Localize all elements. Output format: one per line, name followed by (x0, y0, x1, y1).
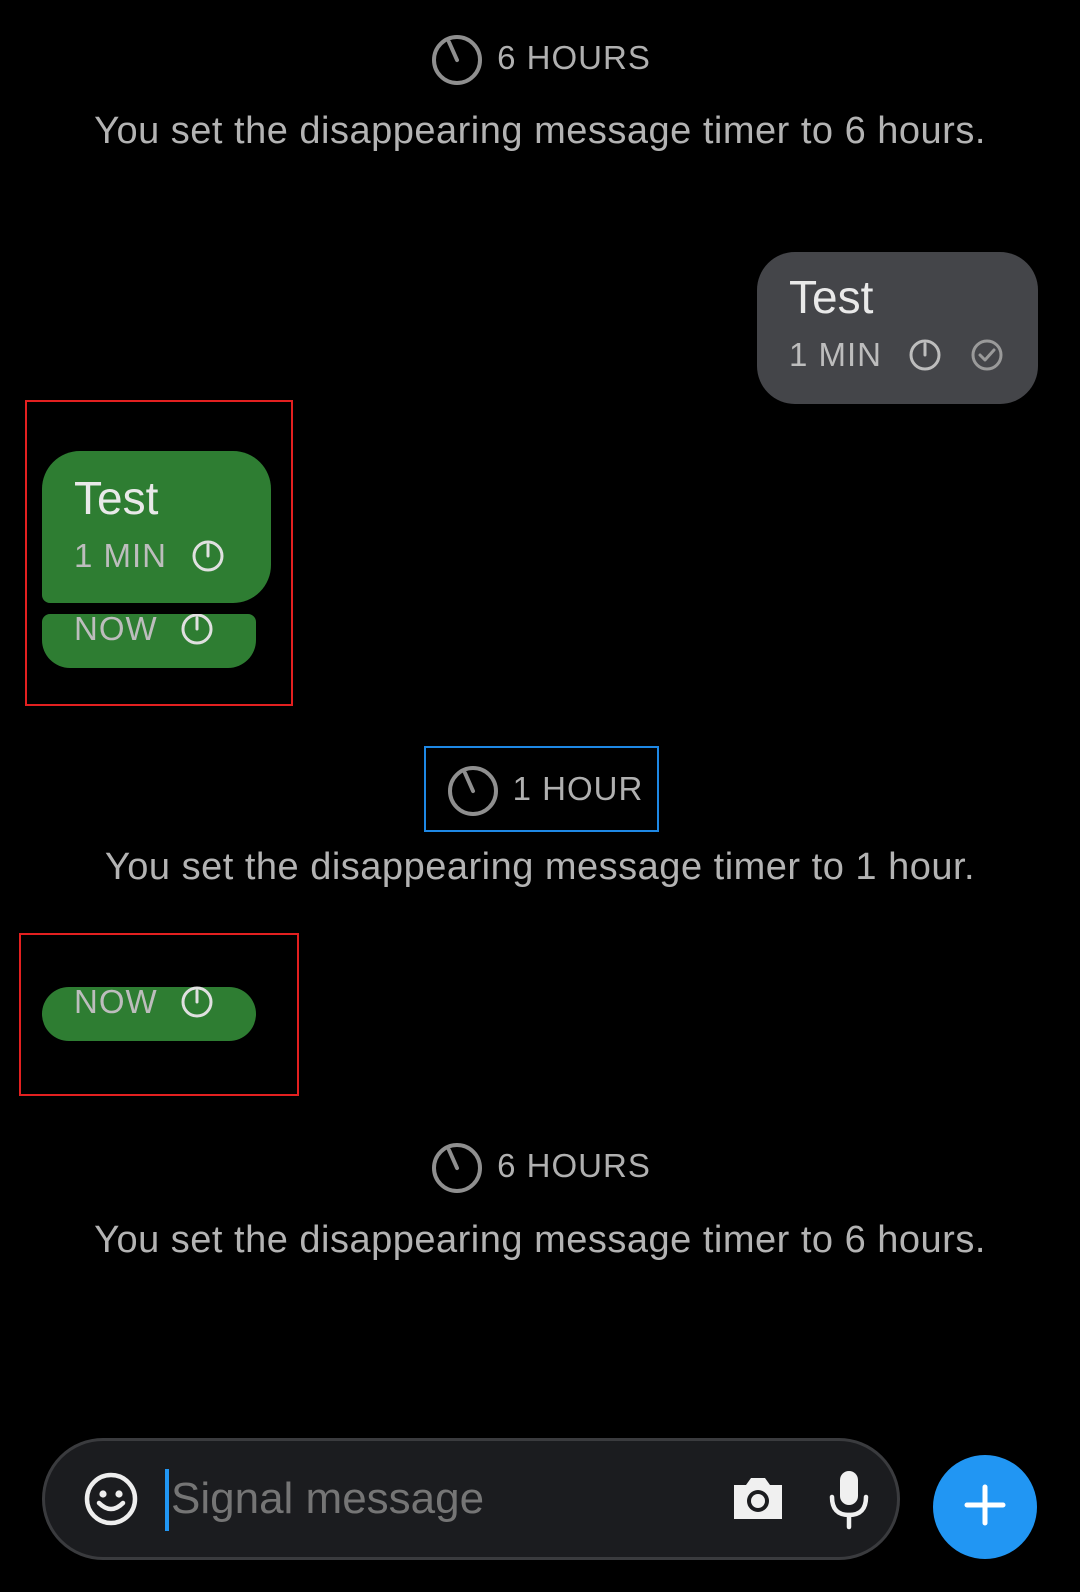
timer-update-text: You set the disappearing message timer t… (94, 1219, 986, 1261)
disappearing-timer-icon (429, 1138, 485, 1194)
timer-icon (180, 985, 214, 1019)
message-meta: 1 MIN (74, 537, 225, 575)
timer-icon (180, 614, 214, 646)
message-meta: NOW (74, 983, 214, 1021)
mic-icon[interactable] (827, 1469, 871, 1536)
timer-update-label: 6 HOURS (497, 1147, 651, 1184)
timer-update-text: You set the disappearing message timer t… (94, 110, 986, 152)
disappearing-timer-icon (445, 761, 501, 817)
message-text: Test (74, 472, 159, 524)
message-input[interactable] (165, 1461, 731, 1537)
message-time: 1 MIN (74, 537, 168, 574)
incoming-message-bubble[interactable]: NOW (42, 983, 256, 1041)
attach-button[interactable] (933, 1455, 1037, 1559)
disappearing-timer-icon (429, 30, 485, 86)
timer-update-text: You set the disappearing message timer t… (104, 846, 976, 888)
timer-update-header: 1 HOUR (0, 757, 1080, 821)
message-meta: 1 MIN (789, 336, 1004, 374)
timer-icon (191, 539, 225, 573)
incoming-message-bubble[interactable]: Test 1 MIN (42, 451, 271, 603)
incoming-message-bubble[interactable]: NOW (42, 614, 256, 668)
camera-icon[interactable] (730, 1473, 786, 1528)
message-text: Test (789, 271, 874, 323)
message-composer (42, 1438, 900, 1560)
message-time: NOW (74, 614, 158, 647)
timer-update-header: 6 HOURS (0, 26, 1080, 90)
outgoing-message-bubble[interactable]: Test 1 MIN (757, 252, 1038, 404)
message-time: 1 MIN (789, 336, 883, 373)
timer-icon (908, 338, 942, 372)
emoji-icon[interactable] (83, 1471, 139, 1532)
timer-update-label: 6 HOURS (497, 39, 651, 76)
timer-update-label: 1 HOUR (512, 770, 644, 807)
check-circle-icon (970, 338, 1004, 372)
plus-icon (963, 1483, 1007, 1532)
message-meta: NOW (74, 614, 214, 648)
message-time: NOW (74, 983, 158, 1020)
timer-update-header: 6 HOURS (0, 1134, 1080, 1198)
